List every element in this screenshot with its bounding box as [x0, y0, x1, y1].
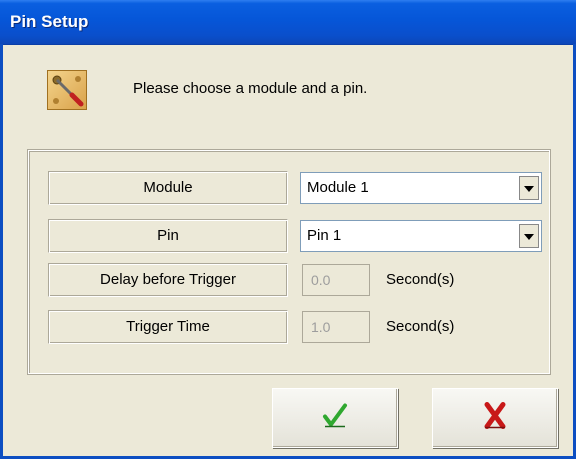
module-select[interactable]: Module 1: [300, 172, 542, 204]
delay-input[interactable]: 0.0: [302, 264, 370, 296]
module-label: Module: [48, 171, 288, 205]
trigger-time-label: Trigger Time: [48, 310, 288, 344]
green-check-icon: [322, 403, 348, 434]
red-x-icon: [483, 402, 507, 435]
pin-select-value: Pin 1: [307, 227, 342, 244]
ok-button[interactable]: [272, 388, 398, 448]
trigger-time-unit-label: Second(s): [386, 318, 455, 335]
screwdriver-tool-icon: [47, 70, 87, 110]
delay-label: Delay before Trigger: [48, 263, 288, 297]
trigger-time-input[interactable]: 1.0: [302, 311, 370, 343]
title-bar[interactable]: Pin Setup: [0, 0, 576, 45]
window-frame-left: [0, 44, 3, 459]
delay-unit-label: Second(s): [386, 271, 455, 288]
pin-label: Pin: [48, 219, 288, 253]
chevron-down-icon[interactable]: [519, 176, 539, 200]
module-select-value: Module 1: [307, 179, 369, 196]
window-title: Pin Setup: [10, 12, 89, 31]
chevron-down-icon[interactable]: [519, 224, 539, 248]
pin-select[interactable]: Pin 1: [300, 220, 542, 252]
cancel-button[interactable]: [432, 388, 558, 448]
instruction-text: Please choose a module and a pin.: [133, 80, 368, 97]
